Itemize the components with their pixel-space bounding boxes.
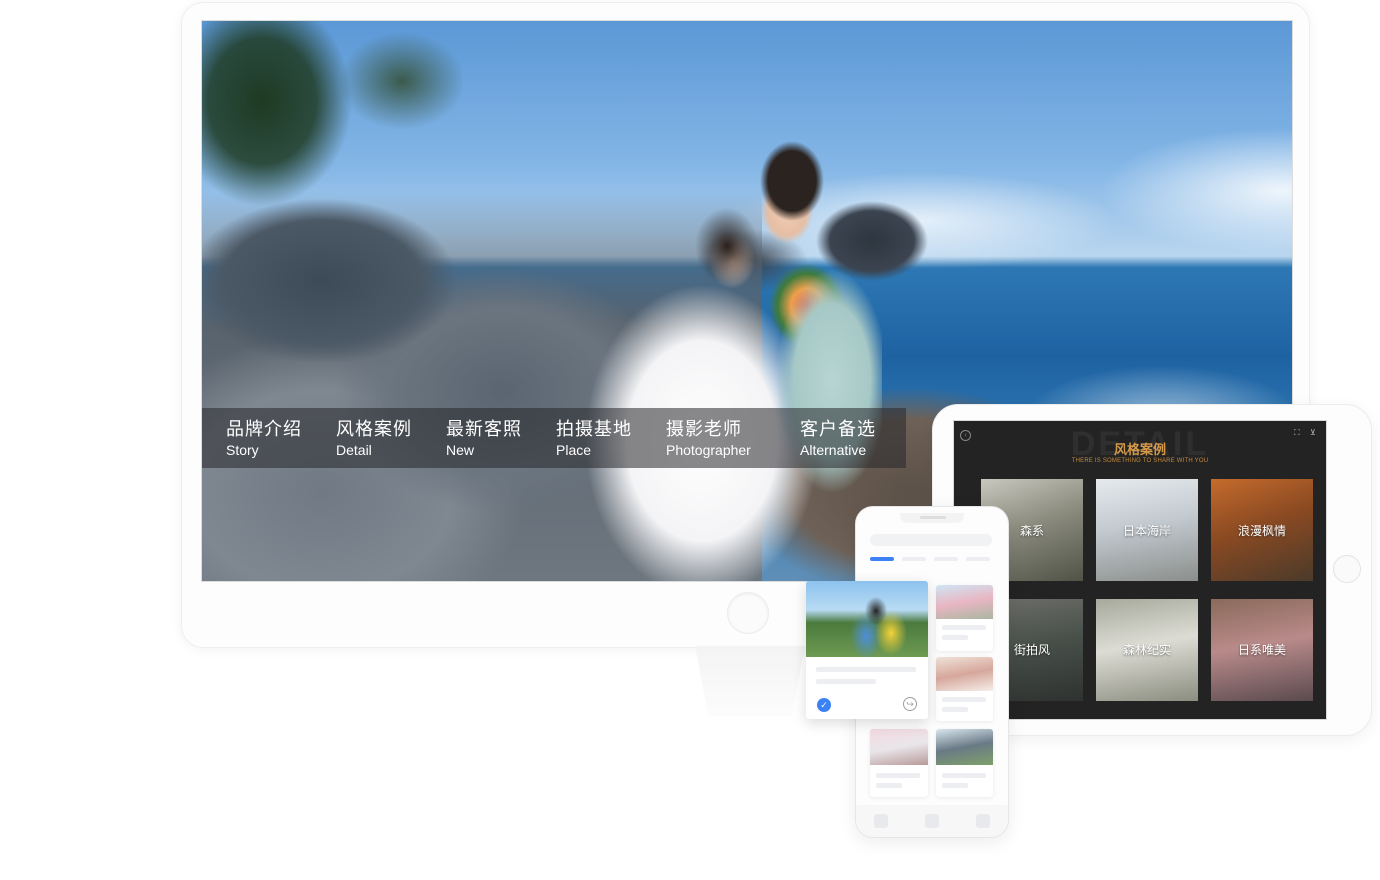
featured-card-photo — [806, 581, 928, 657]
phone-tab[interactable] — [902, 557, 926, 561]
nav-item-alternative[interactable]: 客户备选 Alternative — [776, 408, 906, 468]
nav-item-cn-label: 最新客照 — [446, 418, 522, 439]
phone-card-thumbnail — [936, 729, 993, 765]
nav-item-en-label: New — [446, 441, 475, 458]
nav-item-en-label: Story — [226, 441, 259, 458]
style-card-label: 日系唯美 — [1237, 643, 1286, 657]
monitor-stand — [695, 646, 805, 716]
style-case-grid: 森系 日本海岸 浪漫枫情 街拍风 森林纪实 日系唯美 — [981, 479, 1317, 701]
phone-card-text-line — [942, 707, 968, 712]
featured-card-text-line — [816, 667, 916, 672]
discover-icon[interactable] — [924, 814, 939, 828]
style-card-label: 日本海岸 — [1122, 523, 1171, 538]
phone-card-thumbnail — [936, 657, 993, 691]
tablet-home-button — [1333, 555, 1361, 583]
style-card-forest-documentary[interactable]: 森林纪实 — [1096, 598, 1198, 701]
phone-tab-bar — [870, 557, 990, 561]
desktop-nav-bar: 品牌介绍 Story 风格案例 Detail 最新客照 New 拍摄基地 Pla… — [202, 408, 906, 468]
tablet-section-subtitle: THERE IS SOMETHING TO SHARE WITH YOU — [1071, 458, 1209, 464]
phone-card-text-line — [942, 783, 968, 788]
nav-item-en-label: Photographer — [666, 441, 751, 458]
style-card-label: 森林纪实 — [1122, 643, 1171, 657]
home-icon[interactable] — [874, 814, 889, 828]
nav-item-cn-label: 品牌介绍 — [226, 418, 302, 439]
hero-couple — [542, 131, 882, 581]
style-card-label: 街拍风 — [1013, 643, 1050, 657]
nav-item-cn-label: 客户备选 — [800, 418, 876, 439]
nav-item-place[interactable]: 拍摄基地 Place — [532, 408, 642, 468]
nav-item-new[interactable]: 最新客照 New — [422, 408, 532, 468]
phone-card-text-line — [876, 773, 920, 778]
phone-photo-card[interactable] — [936, 585, 993, 651]
share-icon[interactable]: ↪ — [903, 697, 917, 711]
monitor-power-button — [727, 592, 769, 634]
phone-featured-card[interactable]: ✓ ↪ — [806, 581, 928, 719]
nav-item-cn-label: 拍摄基地 — [556, 418, 632, 439]
phone-card-text-line — [942, 625, 986, 630]
nav-item-photographer[interactable]: 摄影老师 Photographer — [642, 408, 776, 468]
phone-photo-card[interactable] — [870, 729, 928, 797]
phone-bottom-nav — [856, 805, 1008, 837]
profile-icon[interactable] — [975, 814, 990, 828]
phone-card-text-line — [876, 783, 902, 788]
phone-card-thumbnail — [870, 729, 928, 765]
phone-card-thumbnail — [936, 585, 993, 619]
check-circle-icon[interactable]: ✓ — [817, 698, 831, 712]
nav-item-en-label: Alternative — [800, 441, 867, 458]
style-card-label: 森系 — [1019, 523, 1044, 538]
phone-search-bar[interactable] — [870, 534, 992, 546]
nav-item-story[interactable]: 品牌介绍 Story — [202, 408, 312, 468]
phone-photo-card[interactable] — [936, 729, 993, 797]
nav-item-cn-label: 风格案例 — [336, 418, 412, 439]
style-card-label: 浪漫枫情 — [1237, 523, 1286, 538]
nav-item-cn-label: 摄影老师 — [666, 418, 742, 439]
phone-card-text-line — [942, 697, 986, 702]
tablet-section-title: 风格案例 — [1113, 442, 1166, 457]
style-card-japanese[interactable]: 日系唯美 — [1211, 598, 1313, 701]
phone-tab[interactable] — [934, 557, 958, 561]
featured-card-text-line — [816, 679, 876, 684]
style-card-japan-coast[interactable]: 日本海岸 — [1096, 479, 1198, 581]
phone-tab[interactable] — [966, 557, 990, 561]
phone-card-text-line — [942, 635, 968, 640]
phone-photo-card[interactable] — [936, 657, 993, 721]
tablet-screen: ‹ ⛶ ⊻ DETAIL 风格案例 THERE IS SOMETHING TO … — [953, 420, 1327, 720]
nav-item-en-label: Place — [556, 441, 592, 458]
phone-speaker — [920, 516, 946, 519]
phone-tab-active[interactable] — [870, 557, 894, 561]
phone-card-text-line — [942, 773, 986, 778]
style-card-maple[interactable]: 浪漫枫情 — [1211, 479, 1313, 581]
nav-item-detail[interactable]: 风格案例 Detail — [312, 408, 422, 468]
nav-item-en-label: Detail — [336, 441, 372, 458]
